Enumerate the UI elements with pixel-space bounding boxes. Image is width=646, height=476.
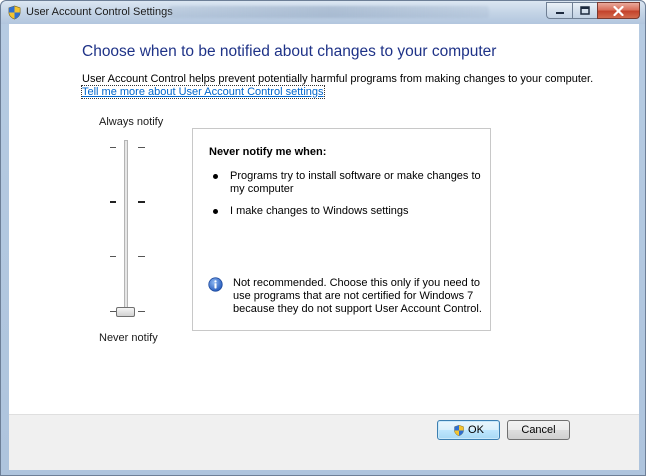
learn-more-link[interactable]: Tell me more about User Account Control …	[81, 85, 325, 99]
warning-note: Not recommended. Choose this only if you…	[233, 277, 482, 316]
window-title: User Account Control Settings	[26, 6, 173, 18]
slider-bottom-label: Never notify	[99, 332, 158, 344]
bullet-icon	[213, 209, 218, 214]
slider-tick	[138, 256, 145, 257]
maximize-button[interactable]	[572, 2, 597, 19]
ok-button[interactable]: OK	[437, 420, 500, 440]
panel-title: Never notify me when:	[209, 146, 327, 158]
list-item: I make changes to Windows settings	[213, 205, 483, 218]
slider-track[interactable]	[124, 140, 128, 314]
uac-settings-window: User Account Control Settings Choose whe…	[0, 0, 646, 476]
cancel-button-label: Cancel	[521, 424, 556, 436]
list-item: Programs try to install software or make…	[213, 170, 483, 196]
page-heading: Choose when to be notified about changes…	[82, 43, 497, 60]
maximize-icon	[580, 6, 590, 15]
slider-tick	[138, 201, 145, 203]
title-bar[interactable]: User Account Control Settings	[1, 1, 645, 24]
uac-shield-icon	[8, 5, 21, 20]
slider-tick	[110, 147, 116, 148]
close-icon	[613, 5, 624, 16]
button-bar: OK Cancel	[9, 414, 639, 470]
minimize-button[interactable]	[546, 2, 572, 19]
close-button[interactable]	[597, 2, 640, 19]
minimize-icon	[555, 11, 564, 14]
bullet-text: Programs try to install software or make…	[230, 170, 481, 195]
content-area: Choose when to be notified about changes…	[9, 24, 639, 414]
ok-button-label: OK	[468, 424, 484, 436]
slider-top-label: Always notify	[99, 116, 164, 128]
slider-tick	[138, 311, 145, 312]
slider-tick	[110, 201, 116, 203]
panel-bullet-list: Programs try to install software or make…	[213, 170, 483, 227]
uac-shield-icon	[454, 424, 464, 436]
slider-thumb[interactable]	[116, 307, 135, 317]
bullet-icon	[213, 174, 218, 179]
slider-tick	[110, 256, 116, 257]
title-bar-background	[169, 6, 489, 18]
cancel-button[interactable]: Cancel	[507, 420, 570, 440]
bullet-text: I make changes to Windows settings	[230, 205, 409, 217]
caption-buttons	[546, 2, 640, 19]
description-text: User Account Control helps prevent poten…	[82, 73, 594, 85]
slider-tick	[138, 147, 145, 148]
level-description-panel: Never notify me when: Programs try to in…	[192, 128, 491, 331]
info-icon	[208, 277, 223, 292]
